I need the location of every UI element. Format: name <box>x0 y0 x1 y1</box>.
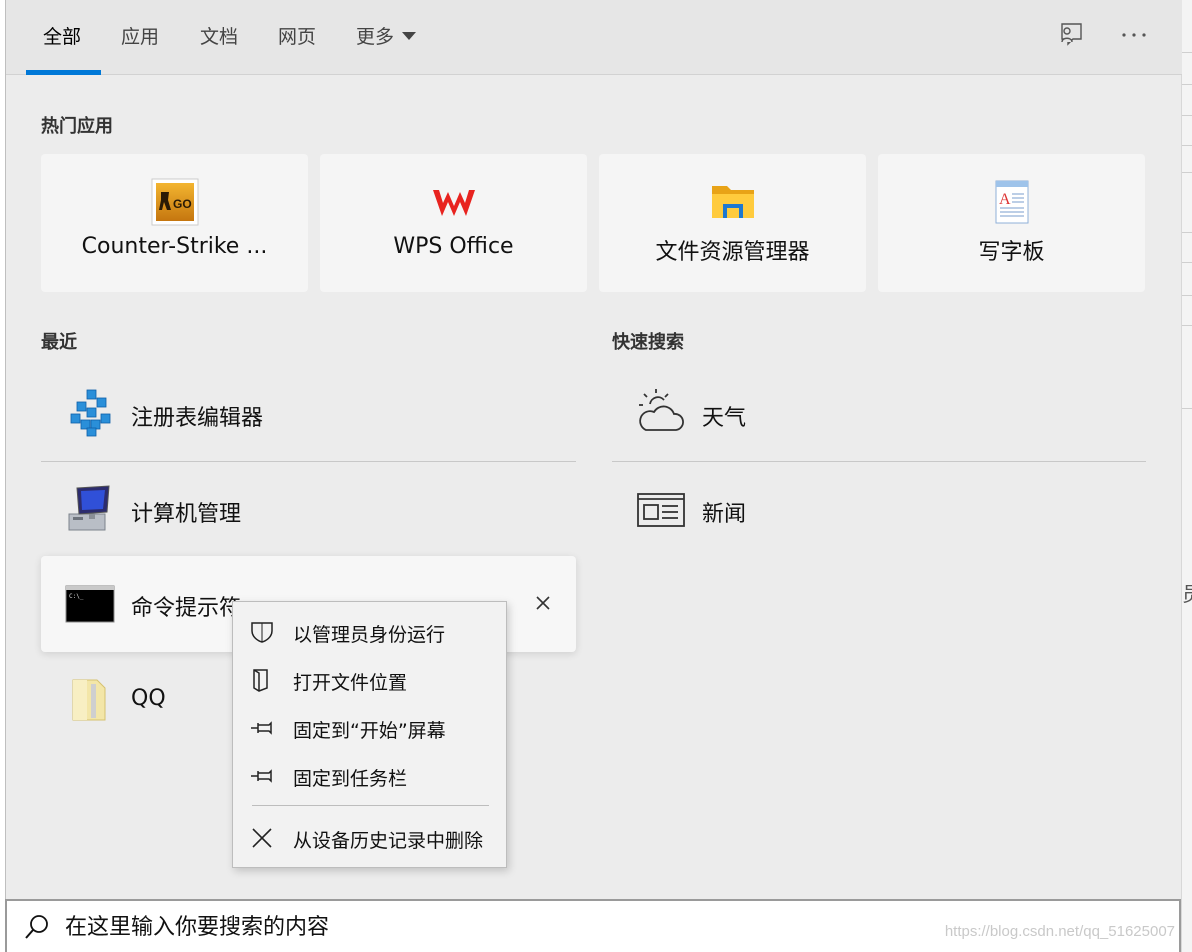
pin-icon <box>249 764 275 788</box>
quick-search-title: 快速搜索 <box>612 332 684 353</box>
recent-item-label: 命令提示符 <box>131 596 242 621</box>
wordpad-icon: A <box>988 178 1036 226</box>
app-tile-csgo[interactable]: GO Counter-Strike ... <box>41 154 308 292</box>
recent-item-label: 计算机管理 <box>131 502 242 527</box>
registry-icon <box>65 388 115 438</box>
watermark: https://blog.csdn.net/qq_51625007 <box>944 923 1175 940</box>
news-icon <box>636 484 686 534</box>
app-tile-label: 写字板 <box>978 240 1045 265</box>
recent-item-label: 注册表编辑器 <box>131 406 264 431</box>
recent-item-computer-management[interactable]: 计算机管理 <box>41 462 576 558</box>
menu-item-open-file-location[interactable]: 打开文件位置 <box>233 658 506 702</box>
app-tile-wps[interactable]: WPS Office <box>320 154 587 292</box>
recent-title: 最近 <box>41 332 77 353</box>
shield-icon <box>249 620 275 644</box>
close-icon[interactable] <box>532 592 554 614</box>
menu-item-label: 固定到任务栏 <box>293 768 408 790</box>
tab-more-label: 更多 <box>356 26 395 48</box>
quick-search-weather[interactable]: 天气 <box>612 366 1146 462</box>
svg-text:GO: GO <box>173 197 192 211</box>
recent-item-label: QQ <box>131 686 166 711</box>
menu-item-label: 打开文件位置 <box>293 672 408 694</box>
menu-item-pin-to-start[interactable]: 固定到“开始”屏幕 <box>233 706 506 750</box>
app-tile-label: 文件资源管理器 <box>655 240 810 265</box>
search-panel: 全部 应用 文档 网页 更多 热门应用 GO Counter-Strike ..… <box>5 0 1182 899</box>
menu-item-label: 从设备历史记录中删除 <box>293 830 484 852</box>
menu-item-remove-from-history[interactable]: 从设备历史记录中删除 <box>233 816 506 860</box>
app-tile-label: WPS Office <box>393 234 514 259</box>
search-input[interactable] <box>65 909 765 945</box>
svg-text:A: A <box>999 191 1011 208</box>
cmd-icon: C:\_ <box>65 578 115 628</box>
tab-all[interactable]: 全部 <box>43 22 81 49</box>
pin-icon <box>249 716 275 740</box>
background-text: 员 <box>1182 578 1192 607</box>
search-bar: https://blog.csdn.net/qq_51625007 <box>5 899 1181 952</box>
wps-icon <box>430 178 478 226</box>
csgo-icon: GO <box>151 178 199 226</box>
quick-search-label: 新闻 <box>702 502 747 527</box>
tab-web[interactable]: 网页 <box>278 22 316 49</box>
quick-search-news[interactable]: 新闻 <box>612 462 1146 558</box>
app-tile-label: Counter-Strike ... <box>81 234 268 259</box>
file-location-icon <box>249 668 275 692</box>
computer-management-icon <box>65 484 115 534</box>
feedback-icon[interactable] <box>1056 20 1086 50</box>
tab-bar: 全部 应用 文档 网页 更多 <box>6 0 1182 75</box>
menu-divider <box>252 805 489 806</box>
more-options-icon[interactable] <box>1119 20 1149 50</box>
weather-icon <box>636 388 686 438</box>
tab-apps[interactable]: 应用 <box>121 22 159 49</box>
app-tile-wordpad[interactable]: A 写字板 <box>878 154 1145 292</box>
close-icon <box>249 826 275 850</box>
top-apps-title: 热门应用 <box>41 116 113 137</box>
svg-text:C:\_: C:\_ <box>69 593 84 600</box>
tab-more[interactable]: 更多 <box>356 22 417 49</box>
quick-search-label: 天气 <box>702 406 747 431</box>
active-tab-indicator <box>26 70 101 75</box>
background-window: 员 <box>1181 0 1192 952</box>
menu-item-label: 以管理员身份运行 <box>293 624 446 646</box>
menu-item-pin-to-taskbar[interactable]: 固定到任务栏 <box>233 754 506 798</box>
folder-icon <box>709 178 757 226</box>
recent-item-registry-editor[interactable]: 注册表编辑器 <box>41 366 576 462</box>
folder-zip-icon <box>65 674 115 724</box>
tab-documents[interactable]: 文档 <box>200 22 238 49</box>
search-icon <box>23 913 51 941</box>
menu-item-label: 固定到“开始”屏幕 <box>293 720 446 742</box>
menu-item-run-as-admin[interactable]: 以管理员身份运行 <box>233 610 506 654</box>
app-tile-file-explorer[interactable]: 文件资源管理器 <box>599 154 866 292</box>
chevron-down-icon <box>402 31 417 40</box>
context-menu: 以管理员身份运行 打开文件位置 固定到“开始”屏幕 固定到任务栏 从设备历史记录… <box>232 601 507 868</box>
